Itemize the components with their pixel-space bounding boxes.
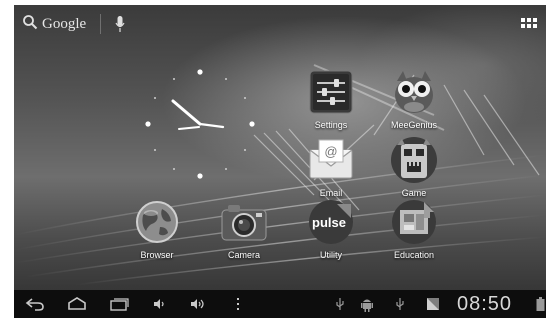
google-search-label[interactable]: Google xyxy=(42,16,86,33)
status-clock[interactable]: 08:50 xyxy=(457,293,512,316)
back-icon[interactable] xyxy=(22,290,48,318)
analog-clock-widget[interactable] xyxy=(141,65,259,183)
usb-connected-icon xyxy=(392,290,408,318)
education-icon xyxy=(389,197,439,247)
app-browser[interactable]: Browser xyxy=(121,197,193,283)
recent-apps-icon[interactable] xyxy=(106,290,132,318)
search-icon[interactable] xyxy=(22,14,38,35)
home-screen: Google Settings MeeGenius @ Email Game B… xyxy=(14,5,546,318)
google-search-bar[interactable]: Google xyxy=(22,11,127,37)
wallpaper xyxy=(14,64,546,286)
search-divider xyxy=(100,14,102,34)
camera-icon xyxy=(219,197,269,247)
menu-icon[interactable] xyxy=(230,290,246,318)
game-mask-icon xyxy=(389,135,439,185)
settings-icon xyxy=(306,67,356,117)
app-utility[interactable]: pulse Utility xyxy=(295,197,367,283)
pulse-icon: pulse xyxy=(306,197,356,247)
android-debug-icon xyxy=(358,290,376,318)
microphone-icon[interactable] xyxy=(113,13,127,35)
battery-icon xyxy=(534,290,546,318)
volume-down-icon[interactable] xyxy=(148,290,170,318)
app-label-settings: Settings xyxy=(314,120,348,130)
app-education[interactable]: Education xyxy=(378,197,450,283)
email-icon: @ xyxy=(306,135,356,185)
usb-icon xyxy=(332,290,348,318)
owl-icon xyxy=(389,67,439,117)
home-icon[interactable] xyxy=(64,290,90,318)
system-bar: 08:50 xyxy=(14,290,546,318)
app-label-browser: Browser xyxy=(140,250,174,260)
svg-text:@: @ xyxy=(324,144,337,159)
app-label-utility: Utility xyxy=(320,250,342,260)
app-camera[interactable]: Camera xyxy=(208,197,280,283)
signal-icon xyxy=(424,290,442,318)
volume-up-icon[interactable] xyxy=(186,290,210,318)
globe-icon xyxy=(132,197,182,247)
all-apps-grid-icon[interactable] xyxy=(520,16,538,30)
app-label-camera: Camera xyxy=(227,250,260,260)
pulse-badge: pulse xyxy=(312,215,346,230)
app-label-meegenius: MeeGenius xyxy=(390,120,438,130)
app-label-education: Education xyxy=(393,250,435,260)
